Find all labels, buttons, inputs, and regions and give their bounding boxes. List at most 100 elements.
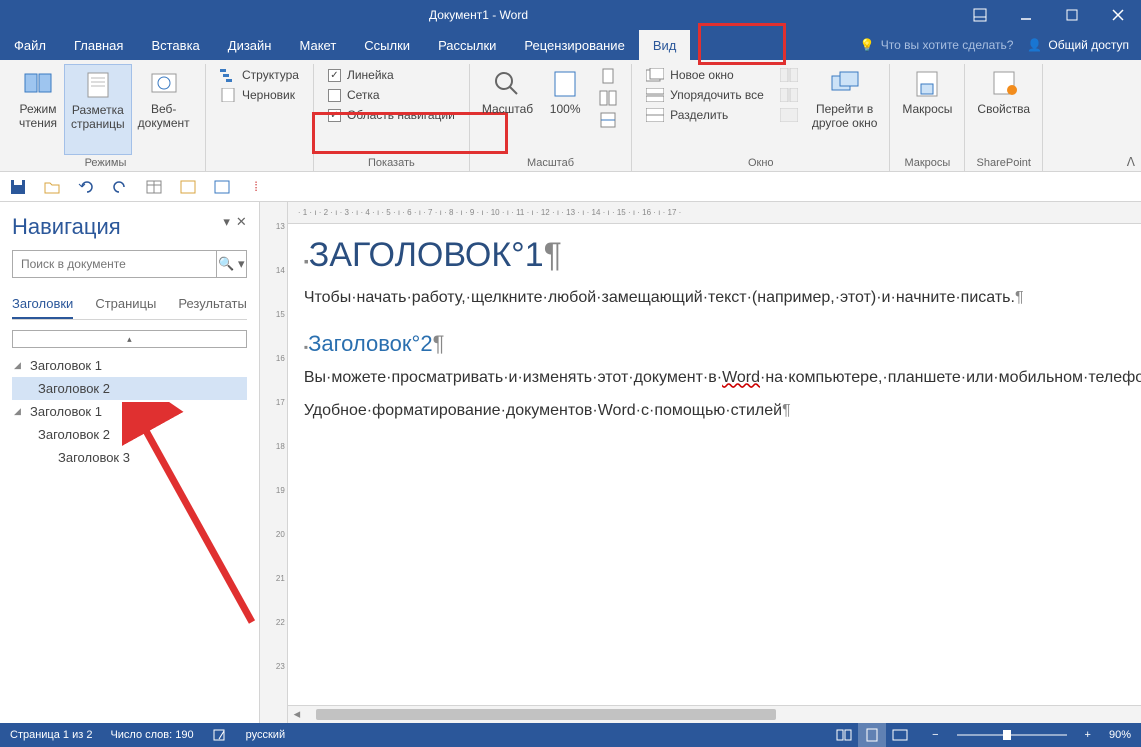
status-word-count[interactable]: Число слов: 190 (110, 729, 193, 741)
tree-item-h2-1[interactable]: Заголовок 2 (12, 377, 247, 400)
clear-format-icon[interactable]: ⁞ (248, 179, 264, 195)
status-bar: Страница 1 из 2 Число слов: 190 русский … (0, 723, 1141, 747)
tab-design[interactable]: Дизайн (214, 30, 286, 60)
zoom-100-button[interactable]: 100% (539, 64, 591, 155)
new-window-button[interactable]: Новое окно (646, 68, 764, 82)
zoom-icon (491, 68, 523, 100)
status-page[interactable]: Страница 1 из 2 (10, 729, 92, 741)
tab-view[interactable]: Вид (639, 30, 691, 60)
multi-page-icon[interactable] (599, 90, 617, 106)
tab-references[interactable]: Ссылки (350, 30, 424, 60)
save-icon[interactable] (10, 179, 26, 195)
read-mode-icon (22, 68, 54, 100)
checkbox-checked-icon: ✓ (328, 109, 341, 122)
arrange-all-button[interactable]: Упорядочить все (646, 88, 764, 102)
tree-item-h3-1[interactable]: Заголовок 3 (12, 446, 247, 469)
page-100-icon (549, 68, 581, 100)
nav-search-input[interactable] (13, 251, 216, 277)
minimize-button[interactable] (1003, 0, 1049, 30)
one-page-icon[interactable] (599, 68, 617, 84)
tab-insert[interactable]: Вставка (137, 30, 213, 60)
tree-item-h1-2[interactable]: ◢Заголовок 1 (12, 400, 247, 423)
tab-mailings[interactable]: Рассылки (424, 30, 510, 60)
nav-tab-pages[interactable]: Страницы (95, 290, 156, 319)
paragraph: Удобное·форматирование·документов·Word·с… (304, 398, 1141, 424)
undo-icon[interactable] (78, 179, 94, 195)
checkbox-icon (328, 89, 341, 102)
tree-item-h1-1[interactable]: ◢Заголовок 1 (12, 354, 247, 377)
horizontal-scrollbar[interactable]: ◂ ▸ (288, 705, 1141, 723)
zoom-in-button[interactable]: + (1085, 729, 1091, 741)
draft-button[interactable]: Черновик (220, 88, 299, 102)
collapse-ribbon-icon[interactable]: ᐱ (1127, 155, 1135, 169)
web-layout-button[interactable]: Веб- документ (132, 64, 196, 155)
nav-tab-headings[interactable]: Заголовки (12, 290, 73, 319)
nav-tab-results[interactable]: Результаты (178, 290, 246, 319)
print-view-icon[interactable] (858, 723, 886, 747)
tell-me-search[interactable]: 💡 Что вы хотите сделать? (860, 38, 1014, 52)
page-layout-button[interactable]: Разметка страницы (64, 64, 132, 155)
table-icon[interactable] (146, 179, 162, 195)
table2-icon[interactable] (180, 179, 196, 195)
zoom-level[interactable]: 90% (1109, 729, 1131, 741)
highlight-view-tab (698, 23, 786, 65)
ribbon: Режим чтения Разметка страницы Веб- доку… (0, 60, 1141, 172)
read-view-icon[interactable] (830, 723, 858, 747)
zoom-slider[interactable] (957, 734, 1067, 736)
page-width-icon[interactable] (599, 112, 617, 128)
ribbon-options-icon[interactable] (957, 0, 1003, 30)
dropdown-icon[interactable]: ▾ (223, 214, 230, 230)
tree-item-h2-2[interactable]: Заголовок 2 (12, 423, 247, 446)
view-buttons (830, 723, 914, 747)
new-window-icon (646, 68, 664, 82)
spell-check-icon[interactable] (212, 728, 228, 742)
nav-tree: ◢Заголовок 1 Заголовок 2 ◢Заголовок 1 За… (12, 354, 247, 469)
split-icon (646, 108, 664, 122)
structure-button[interactable]: Структура (220, 68, 299, 82)
nav-search: 🔍 ▾ (12, 250, 247, 278)
side-by-side-icon (780, 68, 798, 82)
macros-icon (911, 68, 943, 100)
group-label-sharepoint: SharePoint (965, 157, 1042, 169)
group-label-modes: Режимы (6, 157, 205, 169)
properties-icon (988, 68, 1020, 100)
arrange-icon (646, 88, 664, 102)
picture-icon[interactable] (214, 179, 230, 195)
navigation-pane-checkbox[interactable]: ✓Область навигации (328, 108, 455, 122)
maximize-button[interactable] (1049, 0, 1095, 30)
tab-review[interactable]: Рецензирование (510, 30, 638, 60)
switch-windows-icon (829, 68, 861, 100)
file-tab[interactable]: Файл (0, 30, 60, 60)
scroll-thumb[interactable] (316, 709, 776, 720)
split-button[interactable]: Разделить (646, 108, 764, 122)
tab-layout[interactable]: Макет (285, 30, 350, 60)
close-button[interactable] (1095, 0, 1141, 30)
page-layout-icon (82, 69, 114, 101)
open-icon[interactable] (44, 179, 60, 195)
ruler-checkbox[interactable]: ✓Линейка (328, 68, 455, 82)
sync-scroll-icon (780, 88, 798, 102)
redo-icon[interactable] (112, 179, 128, 195)
read-mode-button[interactable]: Режим чтения (12, 64, 64, 155)
tab-home[interactable]: Главная (60, 30, 137, 60)
search-icon[interactable]: 🔍 ▾ (216, 251, 246, 277)
switch-windows-button[interactable]: Перейти в другое окно (806, 64, 884, 155)
zoom-button[interactable]: Масштаб (476, 64, 539, 155)
window-title: Документ1 - Word (0, 8, 957, 22)
zoom-out-button[interactable]: − (932, 729, 938, 741)
grid-checkbox[interactable]: Сетка (328, 88, 455, 102)
nav-expand-button[interactable]: ▴ (12, 330, 247, 348)
title-bar: Документ1 - Word (0, 0, 1141, 30)
web-view-icon[interactable] (886, 723, 914, 747)
macros-button[interactable]: Макросы (896, 64, 958, 155)
document-page[interactable]: ▪ЗАГОЛОВОК°1¶ Чтобы·начать·работу,·щелкн… (288, 224, 1141, 705)
draft-icon (220, 88, 236, 102)
close-pane-icon[interactable]: ✕ (236, 214, 247, 230)
paragraph: Вы·можете·просматривать·и·изменять·этот·… (304, 365, 1141, 391)
properties-button[interactable]: Свойства (971, 64, 1036, 155)
paragraph: Чтобы·начать·работу,·щелкните·любой·заме… (304, 285, 1141, 311)
caret-down-icon: ◢ (14, 360, 26, 371)
status-language[interactable]: русский (246, 729, 285, 741)
document-area: 1314151617181920212223 · 1 · ı · 2 · ı ·… (260, 202, 1141, 723)
share-button[interactable]: 👤 Общий доступ (1027, 38, 1129, 52)
